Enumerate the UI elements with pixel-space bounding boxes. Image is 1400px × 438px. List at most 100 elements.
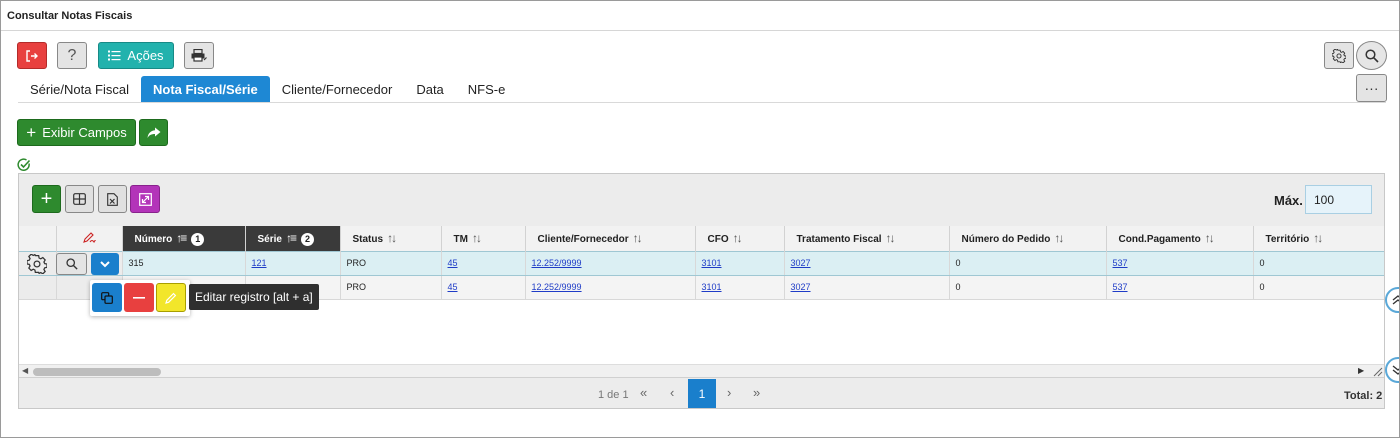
cfo-link[interactable]: 3101 bbox=[702, 258, 722, 268]
cliente-link[interactable]: 12.252/9999 bbox=[532, 282, 582, 292]
column-cliente-fornecedor[interactable]: Cliente/Fornecedor ↑↓ bbox=[525, 226, 696, 251]
cell-cfo: 3101 bbox=[695, 275, 785, 300]
column-numero[interactable]: Número ↑≡ 1 bbox=[122, 226, 246, 251]
print-button[interactable] bbox=[184, 42, 214, 69]
table-row[interactable]: 315 121 PRO 45 12.252/9999 3101 3027 0 5… bbox=[19, 250, 1384, 276]
column-serie[interactable]: Série ↑≡ 2 bbox=[245, 226, 341, 251]
edit-record-button[interactable] bbox=[156, 283, 186, 312]
max-records-input[interactable] bbox=[1305, 185, 1372, 214]
cell-cliente: 12.252/9999 bbox=[525, 250, 696, 276]
export-excel-button[interactable] bbox=[98, 185, 127, 213]
scroll-down-button[interactable] bbox=[1385, 357, 1399, 383]
scroll-right-icon[interactable]: ▶ bbox=[1358, 366, 1364, 375]
tab-bar: Série/Nota Fiscal Nota Fiscal/Série Clie… bbox=[18, 76, 517, 102]
column-cliente-label: Cliente/Fornecedor bbox=[537, 234, 629, 246]
column-tratamento-fiscal[interactable]: Tratamento Fiscal ↑↓ bbox=[784, 226, 950, 251]
pencil-icon bbox=[165, 292, 177, 304]
column-tm[interactable]: TM ↑↓ bbox=[441, 226, 526, 251]
tab-nfs-e[interactable]: NFS-e bbox=[456, 76, 518, 102]
copy-record-button[interactable] bbox=[92, 283, 122, 312]
cell-tm: 45 bbox=[441, 275, 526, 300]
search-button[interactable] bbox=[1356, 41, 1387, 70]
sort-icon: ↑↓ bbox=[1054, 231, 1064, 246]
exit-icon bbox=[26, 49, 38, 62]
tratamento-link[interactable]: 3027 bbox=[791, 258, 811, 268]
column-serie-label: Série bbox=[257, 233, 282, 245]
cond-link[interactable]: 537 bbox=[1113, 282, 1128, 292]
cliente-link[interactable]: 12.252/9999 bbox=[532, 258, 582, 268]
serie-link[interactable]: 121 bbox=[252, 258, 267, 268]
sort-asc-icon: ↑≡ bbox=[176, 230, 187, 245]
help-button[interactable]: ? bbox=[57, 42, 87, 69]
tratamento-link[interactable]: 3027 bbox=[791, 282, 811, 292]
tab-cliente-fornecedor[interactable]: Cliente/Fornecedor bbox=[270, 76, 405, 102]
share-button[interactable] bbox=[139, 119, 168, 146]
grid-columns-icon bbox=[73, 193, 86, 205]
resize-handle-icon[interactable] bbox=[1373, 367, 1383, 377]
row-settings-gear-icon[interactable] bbox=[27, 254, 47, 274]
tab-nota-fiscal-serie[interactable]: Nota Fiscal/Série bbox=[140, 76, 270, 102]
column-cond-label: Cond.Pagamento bbox=[1118, 234, 1201, 246]
sort-order-badge: 1 bbox=[191, 232, 205, 246]
plus-icon: + bbox=[40, 188, 53, 210]
row-view-button[interactable] bbox=[56, 253, 87, 275]
column-status-label: Status bbox=[352, 234, 384, 246]
column-territorio[interactable]: Território ↑↓ bbox=[1253, 226, 1384, 251]
column-cfo[interactable]: CFO ↑↓ bbox=[695, 226, 785, 251]
cell-tratamento: 3027 bbox=[784, 250, 950, 276]
tm-link[interactable]: 45 bbox=[448, 258, 458, 268]
expand-view-button[interactable] bbox=[130, 185, 160, 213]
more-options-button[interactable]: ··· bbox=[1356, 74, 1387, 102]
delete-record-button[interactable] bbox=[124, 283, 154, 312]
search-icon bbox=[65, 258, 78, 270]
next-page-button[interactable]: › bbox=[727, 385, 731, 400]
cell-cond: 537 bbox=[1106, 250, 1254, 276]
cell-numero: 315 bbox=[122, 250, 246, 276]
exit-button[interactable] bbox=[17, 42, 47, 69]
sort-asc-icon: ↑≡ bbox=[285, 230, 297, 245]
table-header-row: Número ↑≡ 1 Série ↑≡ 2 Status ↑↓ TM ↑↓ Cliente… bbox=[19, 226, 1384, 251]
show-fields-label: Exibir Campos bbox=[42, 125, 127, 140]
last-page-button[interactable]: » bbox=[753, 385, 760, 400]
cell-pedido: 0 bbox=[949, 275, 1107, 300]
app-window: Consultar Notas Fiscais ? Ações Série/No… bbox=[0, 0, 1400, 438]
first-page-button[interactable]: « bbox=[640, 385, 647, 400]
share-icon bbox=[147, 127, 160, 138]
edit-filter-icon[interactable] bbox=[82, 231, 96, 243]
columns-button[interactable] bbox=[65, 185, 94, 213]
plus-icon: + bbox=[26, 123, 37, 142]
tab-data[interactable]: Data bbox=[404, 76, 455, 102]
cell-cliente: 12.252/9999 bbox=[525, 275, 696, 300]
cell-cfo: 3101 bbox=[695, 250, 785, 276]
settings-button[interactable] bbox=[1324, 42, 1354, 69]
scrollbar-thumb[interactable] bbox=[33, 368, 161, 376]
column-cond-pagamento[interactable]: Cond.Pagamento ↑↓ bbox=[1106, 226, 1254, 251]
total-count: Total: 2 bbox=[1344, 390, 1383, 402]
row-expand-button[interactable] bbox=[91, 253, 119, 275]
pagination-bar: 1 de 1 « ‹ 1 › » Total: 2 bbox=[19, 377, 1384, 408]
show-fields-button[interactable]: + Exibir Campos bbox=[17, 119, 136, 146]
gear-icon bbox=[1332, 48, 1346, 63]
column-tm-label: TM bbox=[453, 234, 468, 246]
scroll-up-button[interactable] bbox=[1385, 287, 1399, 313]
minus-icon bbox=[133, 296, 145, 299]
row-control-cell bbox=[19, 275, 57, 300]
column-numero-pedido[interactable]: Número do Pedido ↑↓ bbox=[949, 226, 1107, 251]
header-filter-cell bbox=[56, 226, 123, 251]
cfo-link[interactable]: 3101 bbox=[702, 282, 722, 292]
column-status[interactable]: Status ↑↓ bbox=[340, 226, 442, 251]
tm-link[interactable]: 45 bbox=[448, 282, 458, 292]
search-icon bbox=[1364, 48, 1379, 63]
sort-icon: ↑↓ bbox=[732, 231, 743, 246]
actions-button[interactable]: Ações bbox=[98, 42, 174, 69]
sort-icon: ↑↓ bbox=[1313, 231, 1323, 246]
scroll-left-icon[interactable]: ◀ bbox=[22, 366, 28, 375]
actions-label: Ações bbox=[127, 48, 164, 63]
horizontal-scrollbar[interactable]: ◀ ▶ bbox=[19, 364, 1384, 377]
prev-page-button[interactable]: ‹ bbox=[670, 385, 674, 400]
tab-serie-nota-fiscal[interactable]: Série/Nota Fiscal bbox=[18, 76, 141, 102]
cell-serie: 121 bbox=[245, 250, 341, 276]
add-record-button[interactable]: + bbox=[32, 185, 61, 213]
current-page-button[interactable]: 1 bbox=[688, 379, 716, 408]
cond-link[interactable]: 537 bbox=[1113, 258, 1128, 268]
